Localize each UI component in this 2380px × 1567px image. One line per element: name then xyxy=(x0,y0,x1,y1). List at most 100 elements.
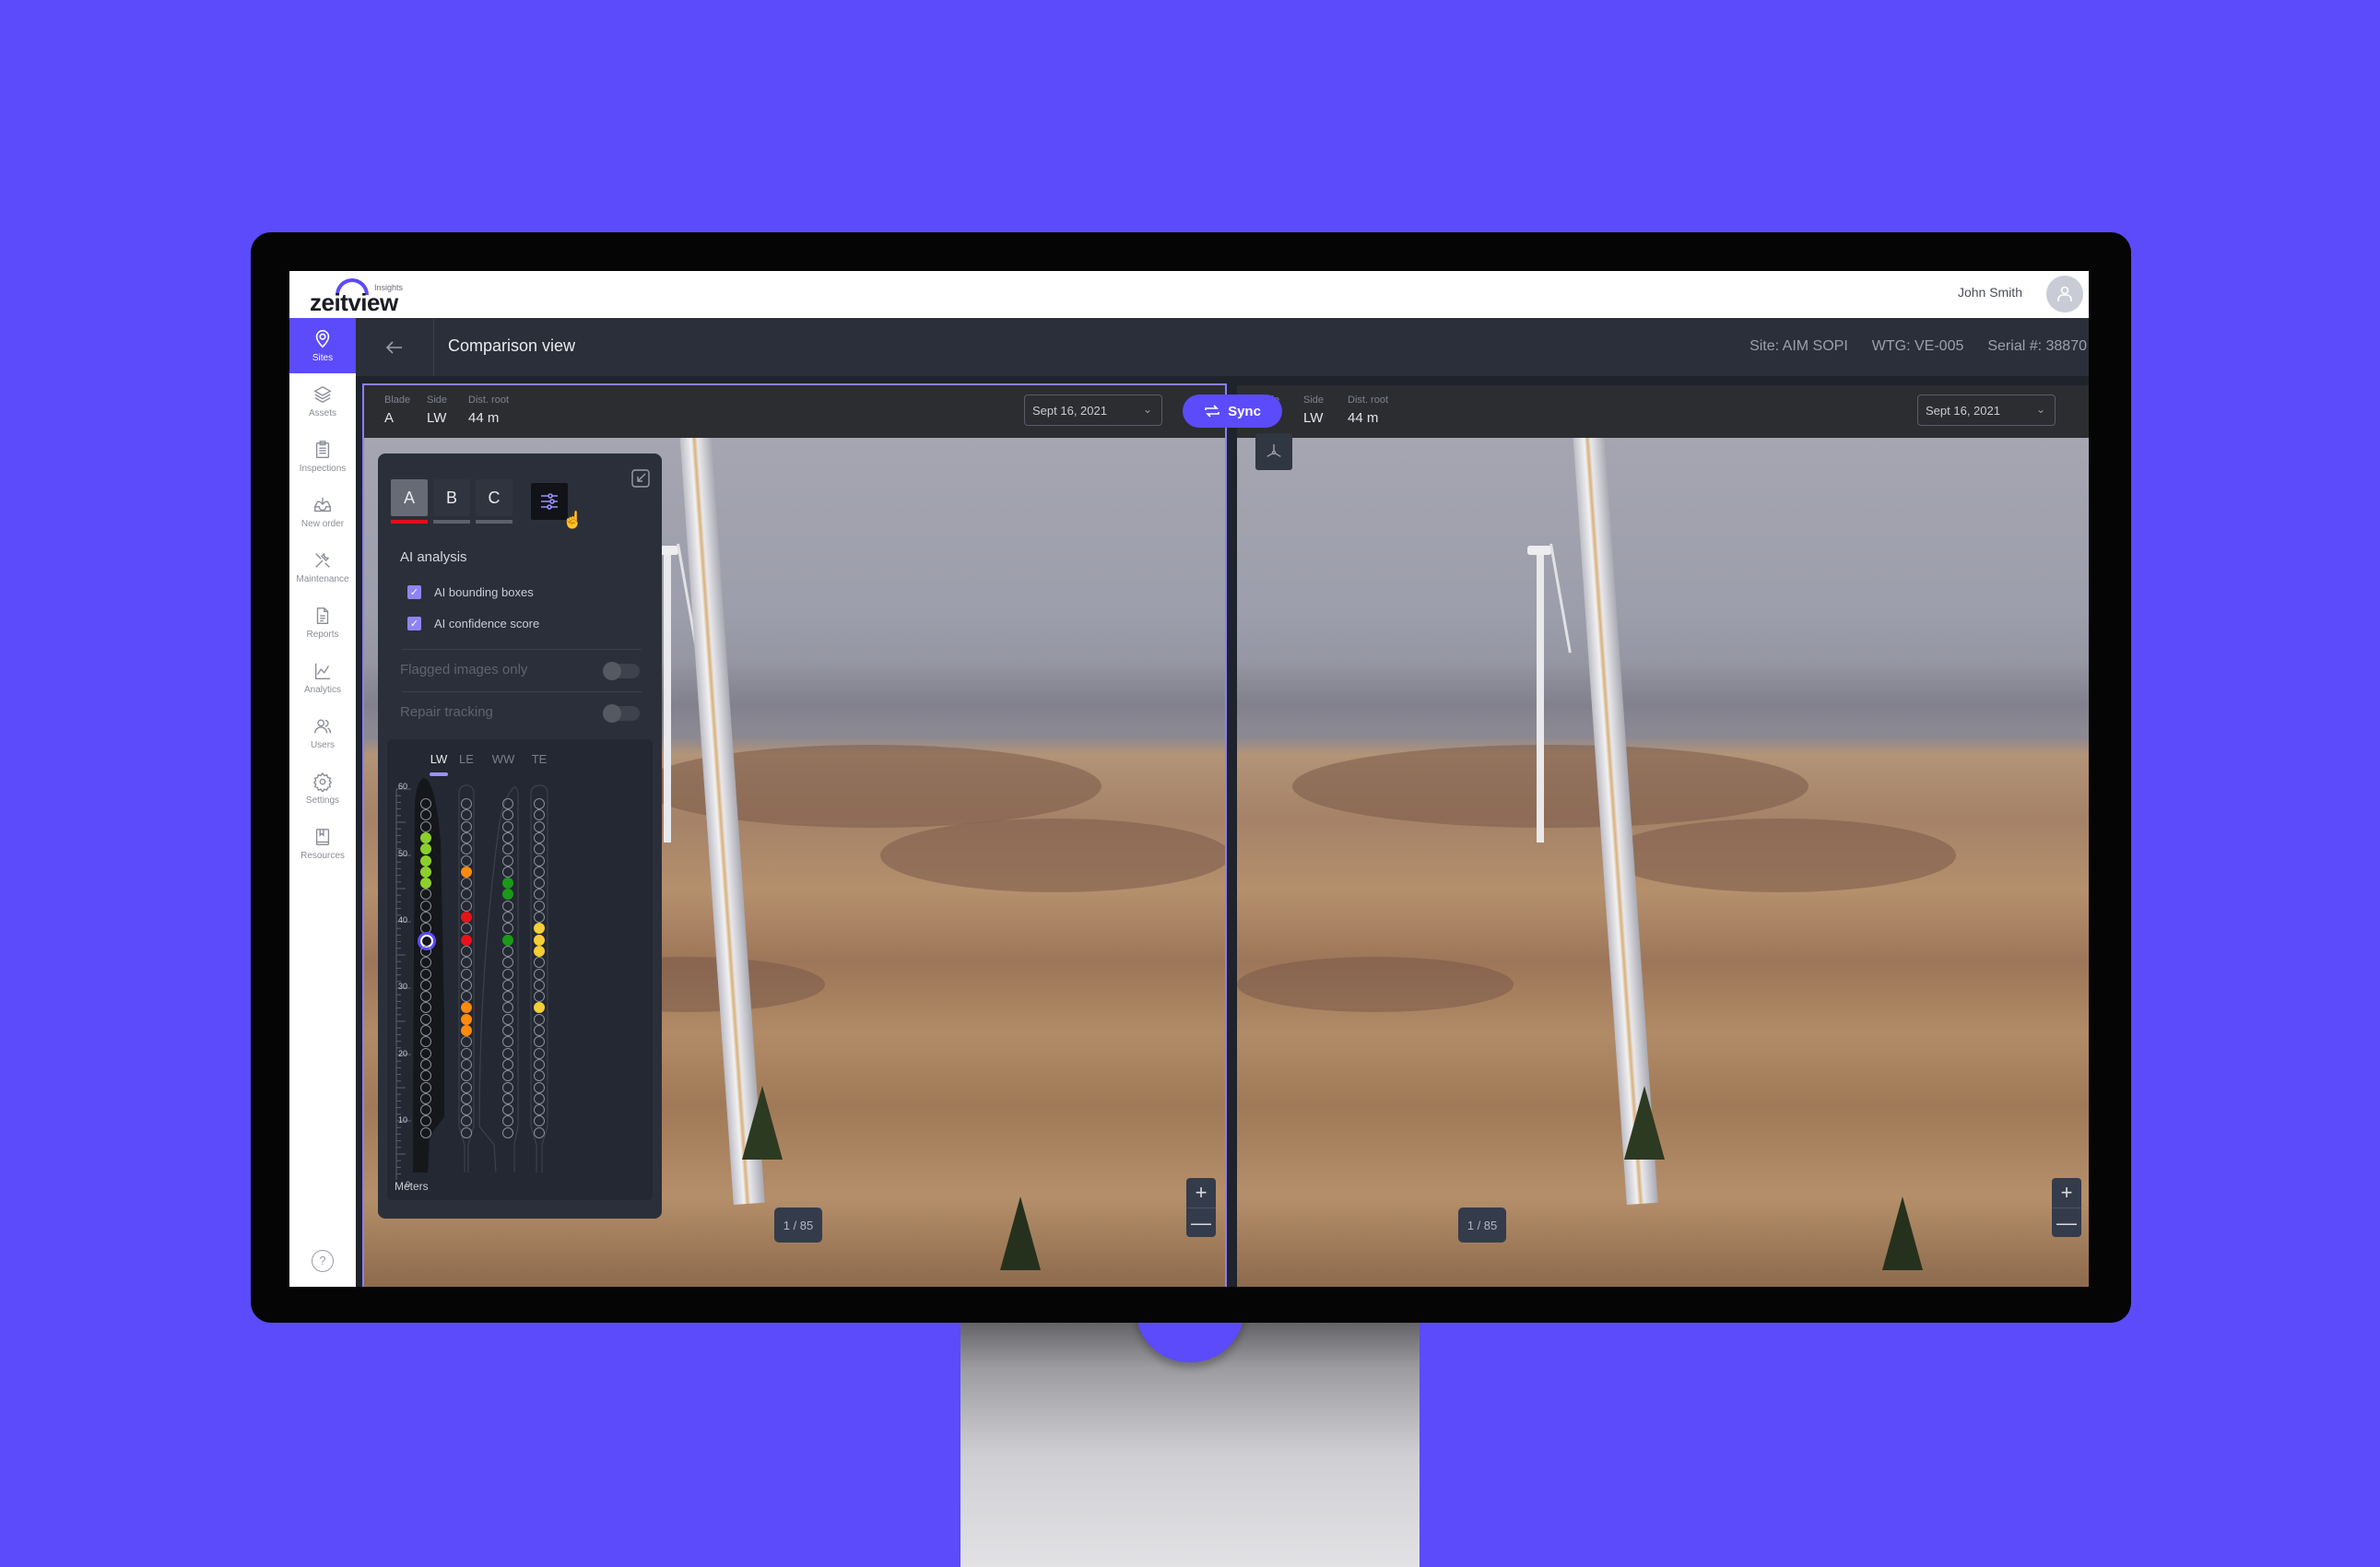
position-dot-te[interactable] xyxy=(534,1025,545,1036)
finding-dot-lw[interactable] xyxy=(420,866,431,878)
position-dot-ww[interactable] xyxy=(502,945,513,957)
position-dot-le[interactable] xyxy=(461,1126,472,1138)
repair-tracking-toggle[interactable] xyxy=(603,704,640,723)
zoom-in-button[interactable]: + xyxy=(1186,1178,1216,1208)
zoom-in-button[interactable]: + xyxy=(2052,1178,2081,1208)
position-dot-le[interactable] xyxy=(461,900,472,912)
sidebar-item-reports[interactable]: Reports xyxy=(289,595,356,650)
position-dot-le[interactable] xyxy=(461,979,472,991)
position-dot-te[interactable] xyxy=(534,820,545,832)
position-dot-ww[interactable] xyxy=(502,1092,513,1104)
sidebar-item-sites[interactable]: Sites xyxy=(289,318,356,373)
position-dot-te[interactable] xyxy=(534,1126,545,1138)
position-dot-lw[interactable] xyxy=(420,900,431,912)
position-dot-le[interactable] xyxy=(461,854,472,866)
sidebar-item-analytics[interactable]: Analytics xyxy=(289,650,356,705)
position-dot-ww[interactable] xyxy=(502,991,513,1003)
position-dot-le[interactable] xyxy=(461,968,472,980)
position-dot-te[interactable] xyxy=(534,831,545,843)
position-dot-lw[interactable] xyxy=(420,979,431,991)
position-dot-lw[interactable] xyxy=(420,1058,431,1070)
position-dot-te[interactable] xyxy=(534,979,545,991)
position-dot-ww[interactable] xyxy=(502,1013,513,1025)
finding-dot-le[interactable] xyxy=(461,1025,472,1036)
position-dot-le[interactable] xyxy=(461,1047,472,1059)
position-dot-ww[interactable] xyxy=(502,900,513,912)
ai-bounding-boxes-checkbox[interactable]: ✓ AI bounding boxes xyxy=(407,585,534,599)
help-button[interactable]: ? xyxy=(312,1250,334,1272)
sidebar-item-new-order[interactable]: New order xyxy=(289,484,356,539)
position-dot-lw[interactable] xyxy=(420,1081,431,1093)
position-dot-ww[interactable] xyxy=(502,979,513,991)
position-dot-te[interactable] xyxy=(534,878,545,890)
position-dot-ww[interactable] xyxy=(502,831,513,843)
position-dot-lw[interactable] xyxy=(420,820,431,832)
blade-tab-a[interactable]: A xyxy=(391,479,428,516)
zoom-out-button[interactable]: — xyxy=(1186,1208,1216,1238)
blade-tab-c[interactable]: C xyxy=(476,479,513,516)
inspection-date-select[interactable]: Sept 16, 2021 ⌄ xyxy=(1024,395,1162,426)
sync-button[interactable]: Sync xyxy=(1183,395,1282,428)
position-dot-le[interactable] xyxy=(461,878,472,890)
position-dot-te[interactable] xyxy=(534,1092,545,1104)
position-dot-lw[interactable] xyxy=(420,1104,431,1116)
zeitview-logo[interactable]: Insights zeitview xyxy=(310,277,420,316)
position-dot-le[interactable] xyxy=(461,1058,472,1070)
sidebar-item-users[interactable]: Users xyxy=(289,705,356,760)
sidebar-item-assets[interactable]: Assets xyxy=(289,373,356,429)
position-dot-te[interactable] xyxy=(534,1058,545,1070)
inspection-photo[interactable] xyxy=(1237,385,2089,1287)
blade-tab-b[interactable]: B xyxy=(433,479,470,516)
position-dot-te[interactable] xyxy=(534,1013,545,1025)
finding-dot-le[interactable] xyxy=(461,934,472,946)
position-dot-ww[interactable] xyxy=(502,1104,513,1116)
finding-dot-lw[interactable] xyxy=(420,854,431,866)
sidebar-item-resources[interactable]: Resources xyxy=(289,816,356,871)
flagged-images-toggle[interactable] xyxy=(603,662,640,680)
finding-dot-le[interactable] xyxy=(461,866,472,878)
finding-dot-te[interactable] xyxy=(534,945,545,957)
position-dot-lw[interactable] xyxy=(420,1092,431,1104)
position-dot-te[interactable] xyxy=(534,1104,545,1116)
position-dot-te[interactable] xyxy=(534,866,545,878)
user-name[interactable]: John Smith xyxy=(1958,285,2022,300)
position-dot-ww[interactable] xyxy=(502,854,513,866)
sidebar-item-maintenance[interactable]: Maintenance xyxy=(289,539,356,595)
position-dot-lw[interactable] xyxy=(420,945,431,957)
position-dot-te[interactable] xyxy=(534,968,545,980)
position-dot-ww[interactable] xyxy=(502,1058,513,1070)
position-dot-le[interactable] xyxy=(461,1092,472,1104)
position-dot-ww[interactable] xyxy=(502,912,513,923)
inspection-date-select[interactable]: Sept 16, 2021 ⌄ xyxy=(1917,395,2056,426)
position-dot-lw[interactable] xyxy=(420,1126,431,1138)
position-dot-le[interactable] xyxy=(461,945,472,957)
position-dot-lw[interactable] xyxy=(420,1025,431,1036)
position-dot-ww[interactable] xyxy=(502,798,513,809)
position-dot-lw[interactable] xyxy=(420,1047,431,1059)
position-dot-le[interactable] xyxy=(461,991,472,1003)
position-dot-le[interactable] xyxy=(461,1104,472,1116)
position-dot-le[interactable] xyxy=(461,1081,472,1093)
finding-dot-lw[interactable] xyxy=(420,831,431,843)
position-dot-te[interactable] xyxy=(534,991,545,1003)
position-dot-ww[interactable] xyxy=(502,866,513,878)
position-dot-ww[interactable] xyxy=(502,820,513,832)
finding-dot-te[interactable] xyxy=(534,934,545,946)
position-dot-le[interactable] xyxy=(461,820,472,832)
position-dot-te[interactable] xyxy=(534,900,545,912)
position-dot-lw[interactable] xyxy=(420,991,431,1003)
position-dot-ww[interactable] xyxy=(502,1126,513,1138)
position-dot-te[interactable] xyxy=(534,854,545,866)
position-dot-le[interactable] xyxy=(461,831,472,843)
position-dot-te[interactable] xyxy=(534,912,545,923)
user-avatar[interactable] xyxy=(2046,276,2083,312)
sidebar-item-settings[interactable]: Settings xyxy=(289,760,356,816)
position-dot-ww[interactable] xyxy=(502,1047,513,1059)
right-image-panel[interactable]: Blade A Side LW Dist. root 44 m Sept 16,… xyxy=(1237,385,2089,1287)
finding-dot-ww[interactable] xyxy=(502,878,513,890)
position-dot-lw[interactable] xyxy=(420,798,431,809)
finding-dot-lw[interactable] xyxy=(420,878,431,890)
position-dot-le[interactable] xyxy=(461,798,472,809)
position-dot-te[interactable] xyxy=(534,1047,545,1059)
collapse-panel-button[interactable] xyxy=(630,468,651,489)
